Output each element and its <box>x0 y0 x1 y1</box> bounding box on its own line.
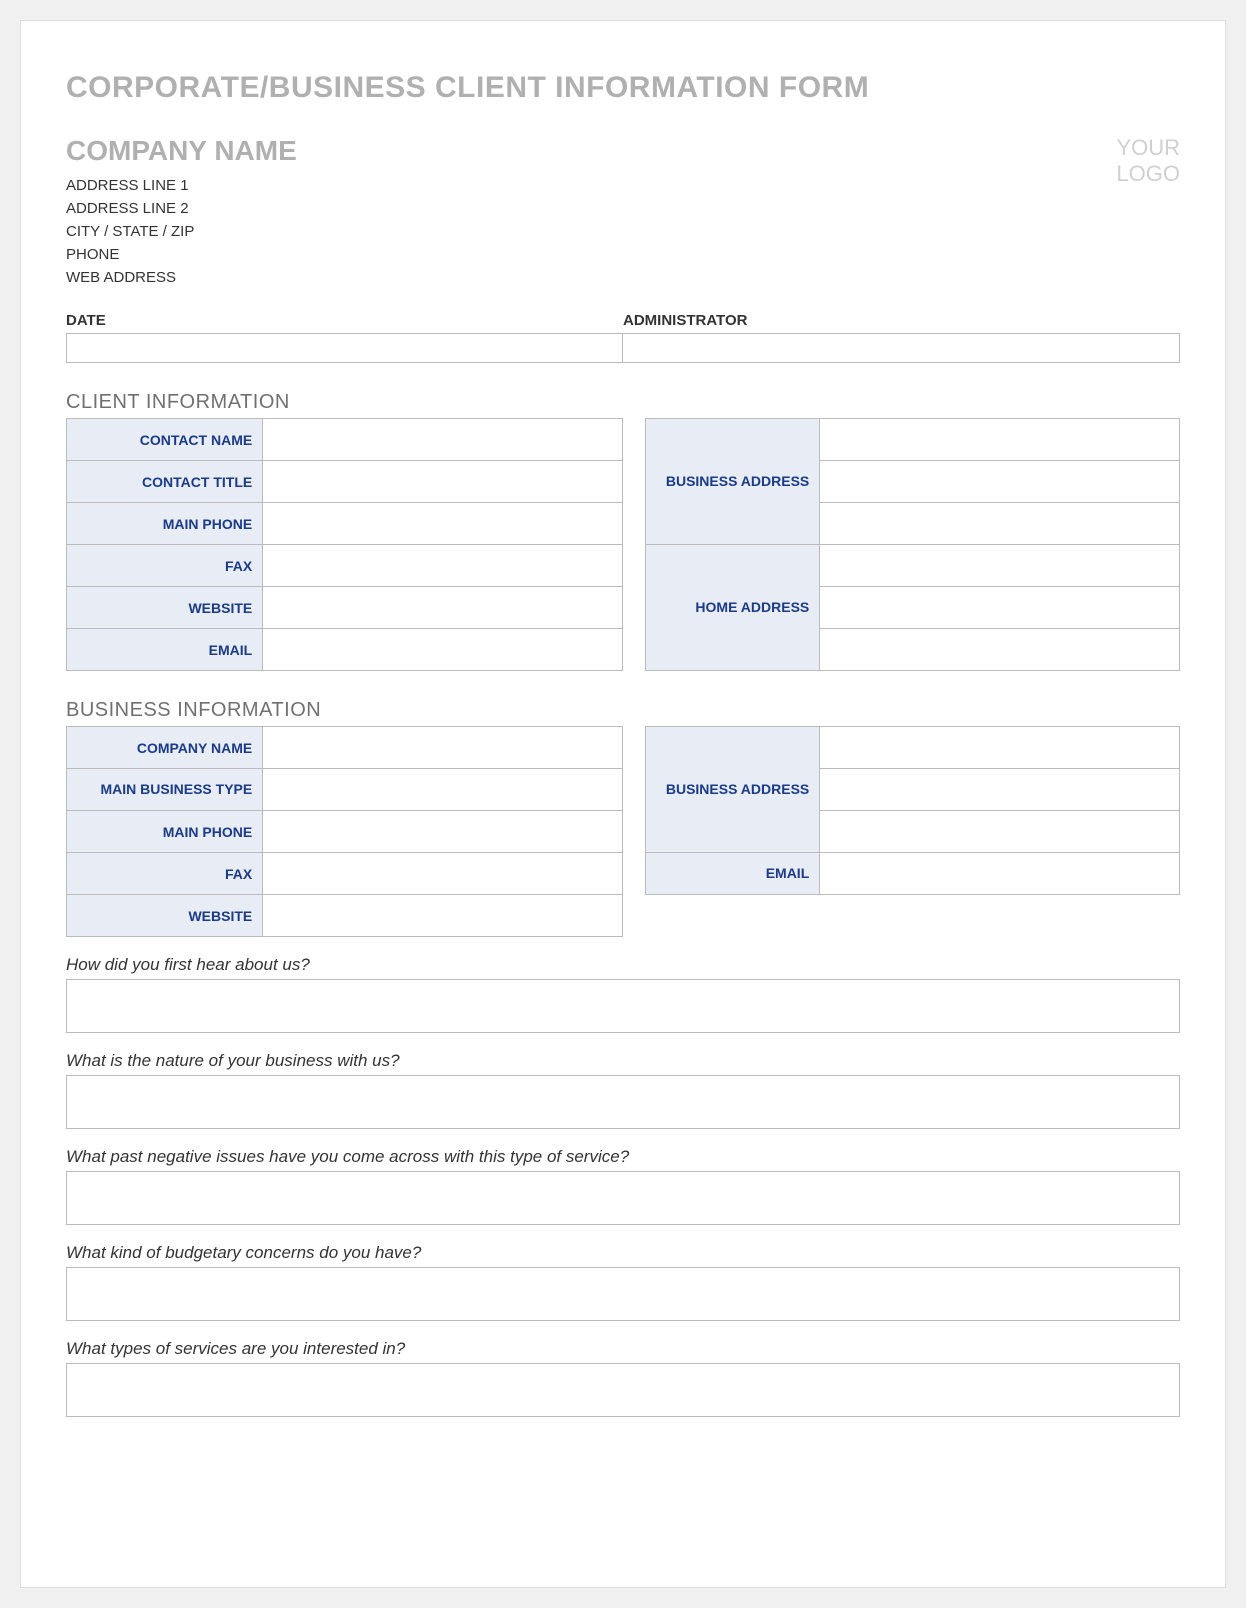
biz-main-business-type-label: MAIN BUSINESS TYPE <box>67 769 263 811</box>
client-fax-label: FAX <box>67 545 263 587</box>
company-web: WEB ADDRESS <box>66 269 297 286</box>
business-information-table: COMPANY NAME BUSINESS ADDRESS MAIN BUSIN… <box>66 726 1180 937</box>
client-email-input[interactable] <box>263 629 623 671</box>
logo-line1: YOUR <box>1116 135 1180 161</box>
header-row: COMPANY NAME ADDRESS LINE 1 ADDRESS LINE… <box>66 135 1180 292</box>
biz-main-business-type-input[interactable] <box>263 769 623 811</box>
question-4: What kind of budgetary concerns do you h… <box>66 1243 1180 1263</box>
biz-fax-label: FAX <box>67 853 263 895</box>
biz-address-line1-input[interactable] <box>820 727 1180 769</box>
home-address-line1-input[interactable] <box>820 545 1180 587</box>
biz-main-phone-label: MAIN PHONE <box>67 811 263 853</box>
biz-company-name-label: COMPANY NAME <box>67 727 263 769</box>
business-information-heading: BUSINESS INFORMATION <box>66 699 1180 722</box>
question-1: How did you first hear about us? <box>66 955 1180 975</box>
answer-5-input[interactable] <box>66 1363 1180 1417</box>
answer-4-input[interactable] <box>66 1267 1180 1321</box>
form-title: CORPORATE/BUSINESS CLIENT INFORMATION FO… <box>66 71 1180 105</box>
biz-address-line3-input[interactable] <box>820 811 1180 853</box>
biz-website-label: WEBSITE <box>67 895 263 937</box>
home-address-line3-input[interactable] <box>820 629 1180 671</box>
answer-3-input[interactable] <box>66 1171 1180 1225</box>
answer-1-input[interactable] <box>66 979 1180 1033</box>
contact-title-input[interactable] <box>263 461 623 503</box>
question-5: What types of services are you intereste… <box>66 1339 1180 1359</box>
logo-line2: LOGO <box>1116 161 1180 187</box>
client-main-phone-label: MAIN PHONE <box>67 503 263 545</box>
company-name: COMPANY NAME <box>66 135 297 167</box>
biz-fax-input[interactable] <box>263 853 623 895</box>
answer-2-input[interactable] <box>66 1075 1180 1129</box>
client-email-label: EMAIL <box>67 629 263 671</box>
client-website-input[interactable] <box>263 587 623 629</box>
biz-address-line2-input[interactable] <box>820 769 1180 811</box>
business-address-line2-input[interactable] <box>820 461 1180 503</box>
company-address1: ADDRESS LINE 1 <box>66 177 297 194</box>
company-phone: PHONE <box>66 246 297 263</box>
date-admin-section: DATE ADMINISTRATOR <box>66 312 1180 363</box>
document-page: CORPORATE/BUSINESS CLIENT INFORMATION FO… <box>20 20 1226 1588</box>
administrator-input[interactable] <box>623 334 1179 362</box>
biz-email-label: EMAIL <box>645 853 819 895</box>
biz-main-phone-input[interactable] <box>263 811 623 853</box>
business-address-line1-input[interactable] <box>820 419 1180 461</box>
logo-placeholder: YOUR LOGO <box>1116 135 1180 188</box>
biz-company-name-input[interactable] <box>263 727 623 769</box>
business-address-line3-input[interactable] <box>820 503 1180 545</box>
business-address-label: BUSINESS ADDRESS <box>645 419 819 545</box>
home-address-line2-input[interactable] <box>820 587 1180 629</box>
contact-name-input[interactable] <box>263 419 623 461</box>
biz-email-input[interactable] <box>820 853 1180 895</box>
contact-title-label: CONTACT TITLE <box>67 461 263 503</box>
date-label: DATE <box>66 312 623 333</box>
client-main-phone-input[interactable] <box>263 503 623 545</box>
question-2: What is the nature of your business with… <box>66 1051 1180 1071</box>
date-input[interactable] <box>67 334 623 362</box>
administrator-label: ADMINISTRATOR <box>623 312 1180 333</box>
client-information-heading: CLIENT INFORMATION <box>66 391 1180 414</box>
question-3: What past negative issues have you come … <box>66 1147 1180 1167</box>
company-address2: ADDRESS LINE 2 <box>66 200 297 217</box>
biz-website-input[interactable] <box>263 895 623 937</box>
contact-name-label: CONTACT NAME <box>67 419 263 461</box>
company-block: COMPANY NAME ADDRESS LINE 1 ADDRESS LINE… <box>66 135 297 292</box>
client-website-label: WEBSITE <box>67 587 263 629</box>
client-information-table: CONTACT NAME BUSINESS ADDRESS CONTACT TI… <box>66 418 1180 671</box>
biz-business-address-label: BUSINESS ADDRESS <box>645 727 819 853</box>
company-city-state-zip: CITY / STATE / ZIP <box>66 223 297 240</box>
home-address-label: HOME ADDRESS <box>645 545 819 671</box>
client-fax-input[interactable] <box>263 545 623 587</box>
